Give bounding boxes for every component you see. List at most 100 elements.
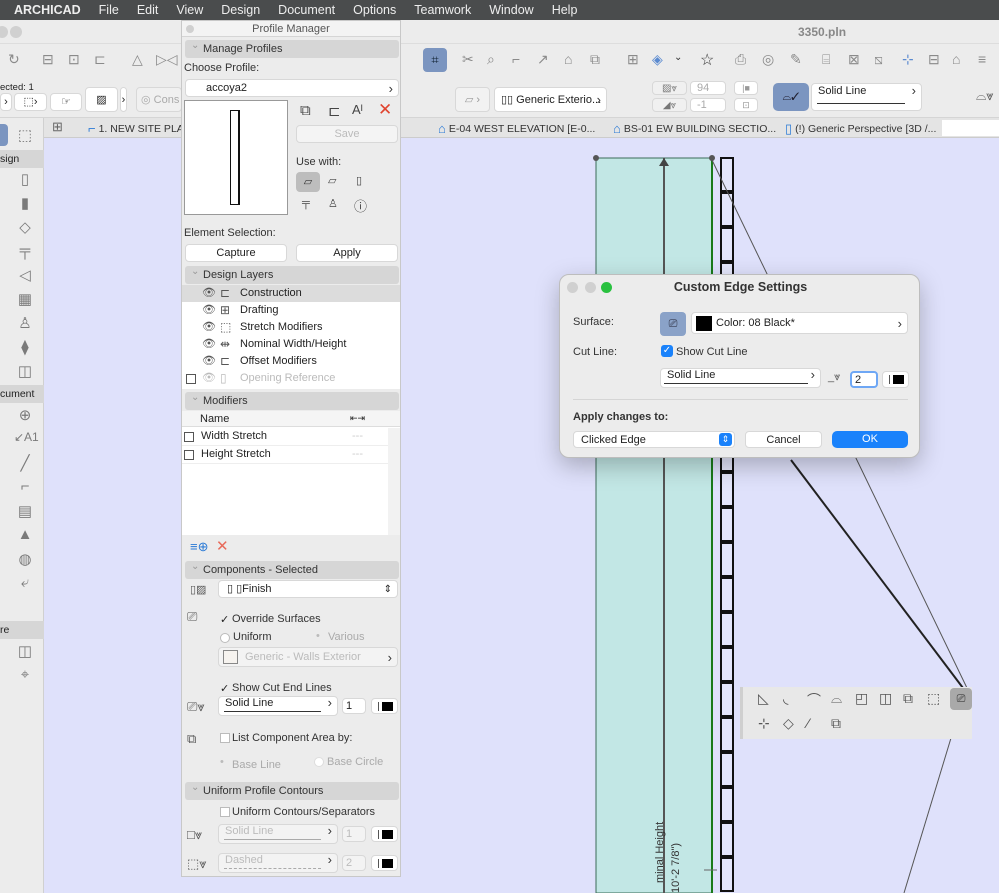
tab-west-elevation[interactable]: ⌂ E-04 WEST ELEVATION [E-0...	[438, 121, 595, 136]
layers-icon[interactable]: ≡	[978, 51, 986, 67]
rename-profile-icon[interactable]: Aᴵ	[352, 102, 363, 117]
elevate-icon[interactable]: △	[132, 51, 143, 68]
toolbox-section-design[interactable]: sign	[0, 150, 44, 168]
fill-chevron-button[interactable]: ›	[120, 87, 127, 112]
door-tool-icon[interactable]: ▯	[14, 170, 36, 188]
layer-row-construction[interactable]: 👁 ⊏ Construction	[182, 285, 400, 302]
split-icon[interactable]: ✂	[462, 51, 474, 68]
col-value[interactable]: ⇤⇥	[350, 413, 365, 424]
line-type-selector[interactable]: Solid Line	[811, 83, 922, 111]
apply-button[interactable]: Apply	[296, 244, 398, 262]
modifier-checkbox[interactable]	[184, 450, 194, 460]
edit-profile-tool-button[interactable]: ⌗	[423, 48, 447, 72]
profile-selector[interactable]: accoya2	[185, 79, 399, 97]
drag-icon[interactable]: ⊹	[758, 715, 770, 732]
marquee-button[interactable]: ⬚›	[14, 93, 47, 111]
move-icon[interactable]: ⊹	[902, 51, 914, 68]
curtain-wall-tool-icon[interactable]: ▦	[14, 290, 36, 308]
house-icon[interactable]: ⌂	[952, 51, 960, 67]
surface-override-button[interactable]: ⎚	[660, 312, 686, 336]
mirror-toggle-icon[interactable]: ▷◁	[156, 51, 178, 68]
fill-tool-icon[interactable]: ◍	[14, 550, 36, 568]
cut-fill-pen-input[interactable]: 94	[690, 81, 726, 95]
fillet-icon[interactable]: ↗	[537, 51, 549, 68]
layer-row-opening-reference[interactable]: 👁 ▯ Opening Reference	[182, 370, 400, 387]
marquee-tool-icon[interactable]: ⬚	[14, 126, 36, 144]
window-close-button[interactable]	[0, 26, 8, 38]
modifier-row[interactable]: Height Stretch ---	[182, 446, 388, 464]
use-with-object-toggle[interactable]: ♙	[328, 197, 338, 210]
line-tool-icon[interactable]: ╱	[14, 454, 36, 472]
override-surfaces-checkbox[interactable]: ✓	[220, 613, 229, 626]
show-cut-end-lines-checkbox[interactable]: ✓	[220, 682, 229, 695]
camera-plus-icon[interactable]: ⎙	[735, 51, 746, 68]
fillet-all-icon[interactable]: ◰	[855, 690, 868, 707]
cut-end-pen-input[interactable]: 1	[342, 698, 366, 714]
design-layers-header[interactable]: Design Layers	[185, 263, 399, 284]
eye-icon[interactable]: 👁	[202, 285, 216, 302]
apply-changes-select[interactable]: Clicked Edge ⇕	[573, 431, 735, 448]
various-radio[interactable]: •	[316, 630, 320, 642]
cut-end-line-type[interactable]: Solid Line	[218, 696, 338, 716]
magic-wand-button[interactable]: ☞	[50, 93, 82, 111]
solid-ops-icon[interactable]: ◈	[652, 51, 663, 68]
zoom-area-icon[interactable]: ⧅	[874, 51, 883, 68]
contour-line-type[interactable]: Solid Line	[218, 824, 338, 844]
rotate-icon[interactable]: ◇	[783, 715, 794, 732]
uniform-radio[interactable]	[220, 633, 230, 643]
separator-pen-input[interactable]: 2	[342, 855, 366, 871]
modifiers-scrollbar[interactable]	[388, 428, 400, 535]
separator-pen-color[interactable]	[371, 855, 398, 871]
tab-generic-perspective[interactable]: ▯ (!) Generic Perspective [3D /...	[785, 121, 936, 137]
drawing-canvas[interactable]: minal Height 10'-2 7/8")	[401, 138, 999, 893]
bg-pen-icon[interactable]: ◢⩔	[652, 98, 687, 112]
pen-color-button[interactable]: |■	[734, 81, 758, 95]
save-button[interactable]: Save	[296, 125, 398, 143]
paint-icon[interactable]: ✎	[790, 51, 802, 68]
layer-row-drafting[interactable]: 👁 ⊞ Drafting	[182, 302, 400, 319]
redo-icon[interactable]: ↻	[8, 51, 20, 68]
split-view-icon[interactable]: ⊟	[928, 51, 940, 68]
multiply-icon[interactable]: ⧉	[831, 715, 841, 732]
ok-button[interactable]: OK	[832, 431, 908, 448]
menu-edit[interactable]: Edit	[137, 3, 159, 17]
object-tool-icon[interactable]: ♙	[14, 314, 36, 332]
use-with-beam-toggle[interactable]: ⏥	[328, 174, 336, 187]
cut-fill-pen-icon[interactable]: ▨⩔	[652, 81, 687, 95]
menu-teamwork[interactable]: Teamwork	[414, 3, 471, 17]
list-area-checkbox[interactable]	[220, 733, 230, 743]
favorites-star-icon[interactable]: ☆	[700, 50, 714, 70]
grid-view-icon[interactable]: ⊞	[52, 119, 63, 135]
base-line-radio[interactable]: •	[220, 756, 224, 768]
eye-icon[interactable]: 👁	[202, 370, 216, 387]
group-icon[interactable]: ⊞	[627, 51, 639, 68]
display-button[interactable]: ⊡	[734, 98, 758, 112]
trim-icon[interactable]: ⧉	[590, 51, 600, 68]
roof-tool-icon[interactable]: ◁	[14, 266, 36, 284]
cut-line-pen-icon[interactable]: ⌓⩔	[976, 88, 994, 104]
layer-field[interactable]: ◎ Cons	[136, 87, 182, 112]
profile-body[interactable]	[595, 157, 713, 893]
menu-window[interactable]: Window	[489, 3, 533, 17]
drawing-tool-icon[interactable]: ▤	[14, 502, 36, 520]
panel-close-button[interactable]	[186, 25, 194, 33]
new-profile-icon[interactable]: ⧉	[300, 102, 311, 119]
cut-line-type-selector[interactable]: Solid Line	[660, 368, 821, 388]
fillet-chamfer-icon[interactable]: ⌓	[831, 690, 842, 707]
level-tool-icon[interactable]: ▲	[14, 526, 36, 543]
show-cut-line-checkbox[interactable]: ✓	[661, 345, 673, 357]
tab-site-plan[interactable]: ⌐ 1. NEW SITE PLA	[88, 121, 184, 136]
adjust-icon[interactable]: ⌕	[487, 51, 495, 68]
use-with-wall-toggle[interactable]: ▱	[296, 172, 320, 192]
slab-tool-icon[interactable]: ◇	[14, 218, 36, 236]
add-polygon-icon[interactable]: ⧉	[903, 690, 913, 707]
mirror-icon[interactable]: ⊡	[68, 51, 80, 68]
composite-selector[interactable]: ▯▯ Generic Exterio...	[494, 87, 607, 112]
surface-selector[interactable]: Color: 08 Black*	[691, 312, 908, 334]
node-handle[interactable]	[593, 155, 599, 161]
menu-options[interactable]: Options	[353, 3, 396, 17]
fill-pattern-button[interactable]: ▨	[85, 87, 118, 112]
dimension-icon[interactable]: ⊟	[42, 51, 54, 68]
arc-edge-icon[interactable]: ⌒	[807, 690, 821, 710]
window-tool-icon[interactable]: ◫	[14, 362, 36, 380]
